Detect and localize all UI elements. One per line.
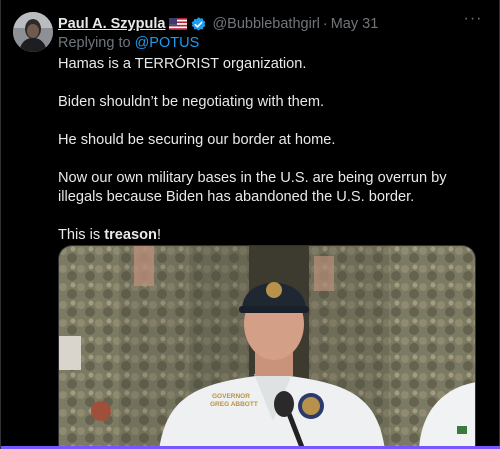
us-flag-icon xyxy=(169,18,188,30)
tweet-paragraph-5-bold: treason xyxy=(104,227,157,243)
tweet-paragraph-4: Now our own military bases in the U.S. a… xyxy=(58,170,447,205)
tweet-date[interactable]: May 31 xyxy=(331,16,379,32)
more-options-icon[interactable]: ··· xyxy=(461,11,485,32)
avatar[interactable] xyxy=(13,12,53,52)
press-conference-photo: GOVERNOR GREG ABBOTT xyxy=(59,246,475,449)
tweet-header: Paul A. Szypula @Bubblebathgirl · May 31 xyxy=(58,14,487,34)
tweet-paragraph-1: Hamas is a TERRÓRIST organization. xyxy=(58,56,307,72)
tweet-paragraph-5-suffix: ! xyxy=(156,227,161,243)
replying-to: Replying to @POTUS xyxy=(58,35,199,51)
avatar-image xyxy=(13,12,53,52)
shirt-text-line1: GOVERNOR xyxy=(212,393,250,400)
tweet-card[interactable]: Paul A. Szypula @Bubblebathgirl · May 31… xyxy=(0,0,500,449)
replying-to-label: Replying to xyxy=(58,35,131,51)
author-display-name[interactable]: Paul A. Szypula xyxy=(58,16,165,32)
separator-dot: · xyxy=(322,16,328,32)
author-handle[interactable]: @Bubblebathgirl xyxy=(212,16,319,32)
reply-mention-link[interactable]: @POTUS xyxy=(135,35,200,51)
tweet-paragraph-3: He should be securing our border at home… xyxy=(58,132,336,148)
tweet-paragraph-5: This is treason! xyxy=(58,226,161,245)
tweet-paragraph-5-prefix: This is xyxy=(58,227,105,243)
tweet-media-photo[interactable]: GOVERNOR GREG ABBOTT xyxy=(58,245,476,449)
verified-badge-icon xyxy=(190,16,207,33)
shirt-text-line2: GREG ABBOTT xyxy=(210,401,258,408)
tweet-paragraph-2: Biden shouldn’t be negotiating with them… xyxy=(58,94,325,110)
